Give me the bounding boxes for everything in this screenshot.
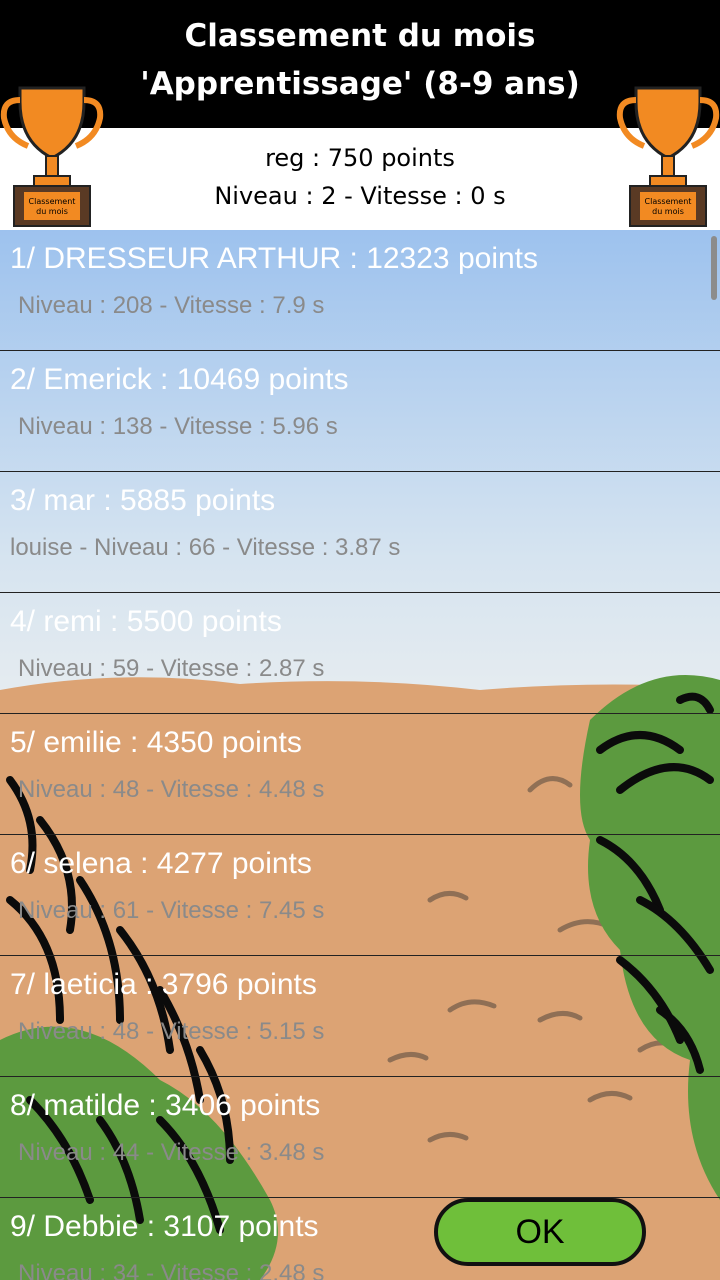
trophy-plate-line1: Classement bbox=[645, 197, 692, 206]
ranking-row[interactable]: 7/ laeticia : 3796 points Niveau : 48 - … bbox=[0, 956, 720, 1077]
ranking-row[interactable]: 3/ mar : 5885 points louise - Niveau : 6… bbox=[0, 472, 720, 593]
ranking-row-details: Niveau : 59 - Vitesse : 2.87 s bbox=[18, 655, 325, 682]
trophy-icon-right: Classement du mois bbox=[616, 74, 720, 232]
ranking-row-details: Niveau : 48 - Vitesse : 4.48 s bbox=[18, 776, 325, 803]
ranking-row-title: 1/ DRESSEUR ARTHUR : 12323 points bbox=[10, 242, 539, 275]
ranking-row[interactable]: 2/ Emerick : 10469 points Niveau : 138 -… bbox=[0, 351, 720, 472]
ranking-row-title: 5/ emilie : 4350 points bbox=[10, 726, 302, 759]
ranking-row-details: Niveau : 34 - Vitesse : 2.48 s bbox=[18, 1260, 325, 1280]
scrollbar[interactable] bbox=[711, 236, 717, 300]
ranking-row[interactable]: 4/ remi : 5500 points Niveau : 59 - Vite… bbox=[0, 593, 720, 714]
page-title-line1: Classement du mois bbox=[184, 18, 536, 54]
ranking-row-details: Niveau : 44 - Vitesse : 3.48 s bbox=[18, 1139, 325, 1166]
ranking-row-details: Niveau : 208 - Vitesse : 7.9 s bbox=[18, 292, 325, 319]
ranking-row[interactable]: 8/ matilde : 3406 points Niveau : 44 - V… bbox=[0, 1077, 720, 1198]
ranking-row-title: 9/ Debbie : 3107 points bbox=[10, 1210, 319, 1243]
ranking-row-details: Niveau : 61 - Vitesse : 7.45 s bbox=[18, 897, 325, 924]
trophy-plate-line2: du mois bbox=[36, 207, 68, 216]
ranking-row[interactable]: 5/ emilie : 4350 points Niveau : 48 - Vi… bbox=[0, 714, 720, 835]
trophy-plate-line1: Classement bbox=[29, 197, 76, 206]
ranking-row-title: 7/ laeticia : 3796 points bbox=[10, 968, 317, 1001]
ranking-row-details: Niveau : 138 - Vitesse : 5.96 s bbox=[18, 413, 338, 440]
trophy-plate-line2: du mois bbox=[652, 207, 684, 216]
header-bar: Classement du mois 'Apprentissage' (8-9 … bbox=[0, 0, 720, 128]
current-user-score: reg : 750 points Niveau : 2 - Vitesse : … bbox=[0, 128, 720, 230]
ok-button[interactable]: OK bbox=[434, 1198, 646, 1266]
user-score-line: reg : 750 points bbox=[265, 144, 455, 172]
ranking-row-details: Niveau : 48 - Vitesse : 5.15 s bbox=[18, 1018, 325, 1045]
ranking-row-title: 3/ mar : 5885 points bbox=[10, 484, 276, 517]
ranking-row-title: 4/ remi : 5500 points bbox=[10, 605, 282, 638]
ranking-row-details: louise - Niveau : 66 - Vitesse : 3.87 s bbox=[10, 534, 401, 561]
ranking-row-title: 6/ selena : 4277 points bbox=[10, 847, 312, 880]
ranking-row[interactable]: 1/ DRESSEUR ARTHUR : 12323 points Niveau… bbox=[0, 230, 720, 351]
ranking-row[interactable]: 6/ selena : 4277 points Niveau : 61 - Vi… bbox=[0, 835, 720, 956]
user-stats-line: Niveau : 2 - Vitesse : 0 s bbox=[214, 182, 506, 210]
page-title-line2: 'Apprentissage' (8-9 ans) bbox=[140, 66, 580, 102]
trophy-icon-left: Classement du mois bbox=[0, 74, 104, 232]
ranking-list[interactable]: 1/ DRESSEUR ARTHUR : 12323 points Niveau… bbox=[0, 230, 720, 1280]
ranking-row-title: 2/ Emerick : 10469 points bbox=[10, 363, 349, 396]
ranking-row-title: 8/ matilde : 3406 points bbox=[10, 1089, 321, 1122]
